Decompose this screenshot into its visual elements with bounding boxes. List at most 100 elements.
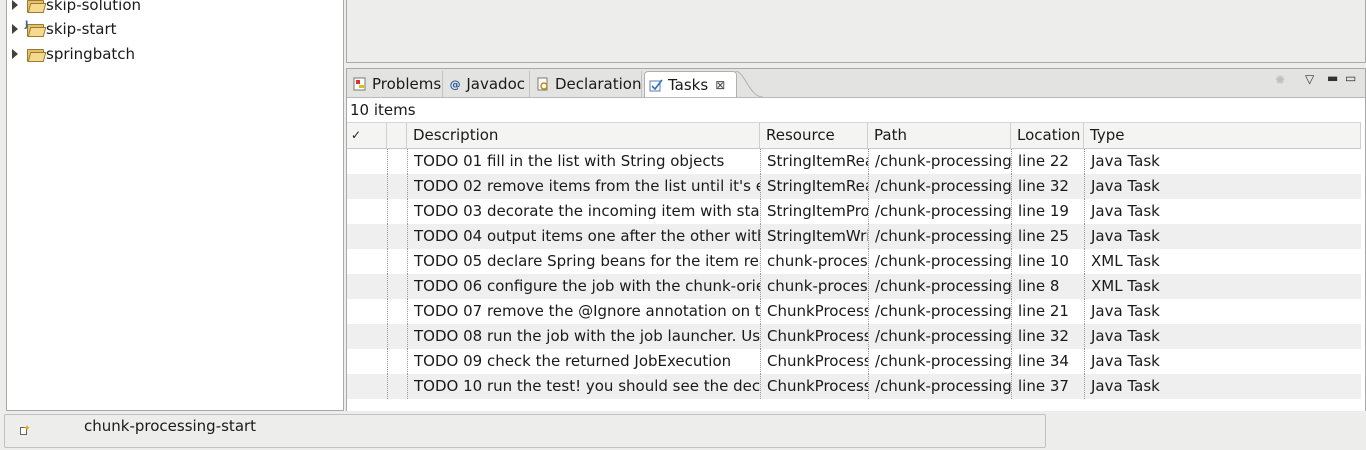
task-path: /chunk-processing-start	[875, 277, 1011, 295]
column-divider	[1084, 224, 1085, 249]
table-row[interactable]: TODO 04 output items one after the other…	[347, 224, 1361, 249]
completed-column-header[interactable]: ✓	[347, 123, 387, 148]
tree-item-label: skip-start	[46, 20, 117, 38]
table-row[interactable]: TODO 06 configure the job with the chunk…	[347, 274, 1361, 299]
view-menu-icon[interactable]: ▽	[1305, 72, 1314, 86]
tab-problems[interactable]: Problems	[349, 71, 443, 97]
column-divider	[1011, 149, 1012, 174]
column-divider	[1084, 324, 1085, 349]
maximize-icon[interactable]: ▭	[1345, 71, 1356, 85]
tab-label: Declaration	[555, 75, 642, 93]
expand-arrow-icon[interactable]	[12, 24, 18, 34]
table-row[interactable]: TODO 09 check the returned JobExecution C…	[347, 349, 1361, 374]
column-divider	[760, 349, 761, 374]
column-divider	[1011, 274, 1012, 299]
description-column-header[interactable]: Description	[407, 123, 760, 148]
path-column-header[interactable]: Path	[868, 123, 1011, 148]
table-row[interactable]: TODO 05 declare Spring beans for the ite…	[347, 249, 1361, 274]
column-divider	[1084, 374, 1085, 399]
column-divider	[387, 374, 388, 399]
tree-item-skip-start[interactable]: J skip-start	[7, 17, 117, 41]
task-description: TODO 09 check the returned JobExecution	[414, 352, 732, 370]
expand-arrow-icon[interactable]	[12, 49, 18, 59]
task-resource: StringItemReader.java	[767, 177, 868, 195]
column-divider	[387, 199, 388, 224]
tab-tasks[interactable]: Tasks ⊠	[644, 71, 737, 97]
task-completed-checkbox[interactable]	[347, 149, 387, 174]
task-completed-checkbox[interactable]	[347, 274, 387, 299]
column-divider	[868, 274, 869, 299]
task-path: /chunk-processing-start	[875, 302, 1011, 320]
tab-javadoc[interactable]: @ Javadoc	[445, 71, 530, 97]
column-divider	[760, 374, 761, 399]
status-separator	[1045, 415, 1046, 443]
column-divider	[868, 149, 869, 174]
tree-item-springbatch[interactable]: springbatch	[7, 42, 135, 66]
column-divider	[868, 224, 869, 249]
task-completed-checkbox[interactable]	[347, 199, 387, 224]
task-location: line 37	[1018, 377, 1069, 395]
column-divider	[760, 299, 761, 324]
sync-icon[interactable]: ✺	[1275, 73, 1285, 87]
column-divider	[760, 149, 761, 174]
task-location: line 22	[1018, 152, 1069, 170]
tasks-icon	[649, 78, 663, 92]
column-divider	[1011, 249, 1012, 274]
table-row[interactable]: TODO 02 remove items from the list until…	[347, 174, 1361, 199]
task-description: TODO 02 remove items from the list until…	[414, 177, 760, 195]
task-type: Java Task	[1091, 227, 1160, 245]
expand-arrow-icon[interactable]	[12, 0, 18, 10]
task-location: line 19	[1018, 202, 1069, 220]
tab-declaration[interactable]: Declaration	[532, 71, 642, 97]
table-row[interactable]: TODO 08 run the job with the job launche…	[347, 324, 1361, 349]
tree-item-label: springbatch	[46, 45, 136, 63]
task-type: Java Task	[1091, 352, 1160, 370]
task-path: /chunk-processing-start	[875, 327, 1011, 345]
column-divider	[387, 249, 388, 274]
tree-item-skip-solution[interactable]: skip-solution	[7, 0, 141, 17]
column-divider	[387, 174, 388, 199]
priority-column-header[interactable]	[387, 123, 407, 148]
column-divider	[387, 324, 388, 349]
task-completed-checkbox[interactable]	[347, 174, 387, 199]
task-path: /chunk-processing-start	[875, 352, 1011, 370]
task-completed-checkbox[interactable]	[347, 299, 387, 324]
column-divider	[1084, 249, 1085, 274]
task-location: line 8	[1018, 277, 1060, 295]
task-description: TODO 04 output items one after the other…	[414, 227, 760, 245]
type-column-header[interactable]: Type	[1084, 123, 1361, 148]
problems-icon	[353, 77, 367, 91]
task-completed-checkbox[interactable]	[347, 224, 387, 249]
task-type: Java Task	[1091, 327, 1160, 345]
table-row[interactable]: TODO 10 run the test! you should see the…	[347, 374, 1361, 399]
task-completed-checkbox[interactable]	[347, 324, 387, 349]
task-resource: ChunkProcessingTest.java	[767, 327, 868, 345]
column-divider	[387, 299, 388, 324]
task-type: XML Task	[1091, 252, 1160, 270]
column-divider	[868, 249, 869, 274]
task-completed-checkbox[interactable]	[347, 249, 387, 274]
column-divider	[1011, 324, 1012, 349]
task-path: /chunk-processing-start	[875, 152, 1011, 170]
close-icon[interactable]: ⊠	[715, 78, 725, 92]
column-divider	[1084, 174, 1085, 199]
task-description: TODO 06 configure the job with the chunk…	[414, 277, 760, 295]
task-completed-checkbox[interactable]	[347, 374, 387, 399]
resource-column-header[interactable]: Resource	[760, 123, 868, 148]
project-status-icon	[20, 425, 30, 435]
task-completed-checkbox[interactable]	[347, 349, 387, 374]
task-type: XML Task	[1091, 277, 1160, 295]
tab-label: Javadoc	[466, 75, 525, 93]
tab-label: Tasks	[668, 75, 709, 94]
column-divider	[868, 324, 869, 349]
minimize-icon[interactable]: ▬	[1327, 71, 1338, 85]
table-row[interactable]: TODO 03 decorate the incoming item with …	[347, 199, 1361, 224]
tasks-view: Problems @ Javadoc Declaration Tasks ⊠ ✺…	[346, 68, 1366, 413]
column-divider	[1011, 374, 1012, 399]
task-path: /chunk-processing-start	[875, 377, 1011, 395]
package-explorer: skip-solution J skip-start springbatch	[6, 0, 344, 411]
table-row[interactable]: TODO 01 fill in the list with String obj…	[347, 149, 1361, 174]
location-column-header[interactable]: Location	[1011, 123, 1084, 148]
table-row[interactable]: TODO 07 remove the @Ignore annotation on…	[347, 299, 1361, 324]
task-type: Java Task	[1091, 302, 1160, 320]
